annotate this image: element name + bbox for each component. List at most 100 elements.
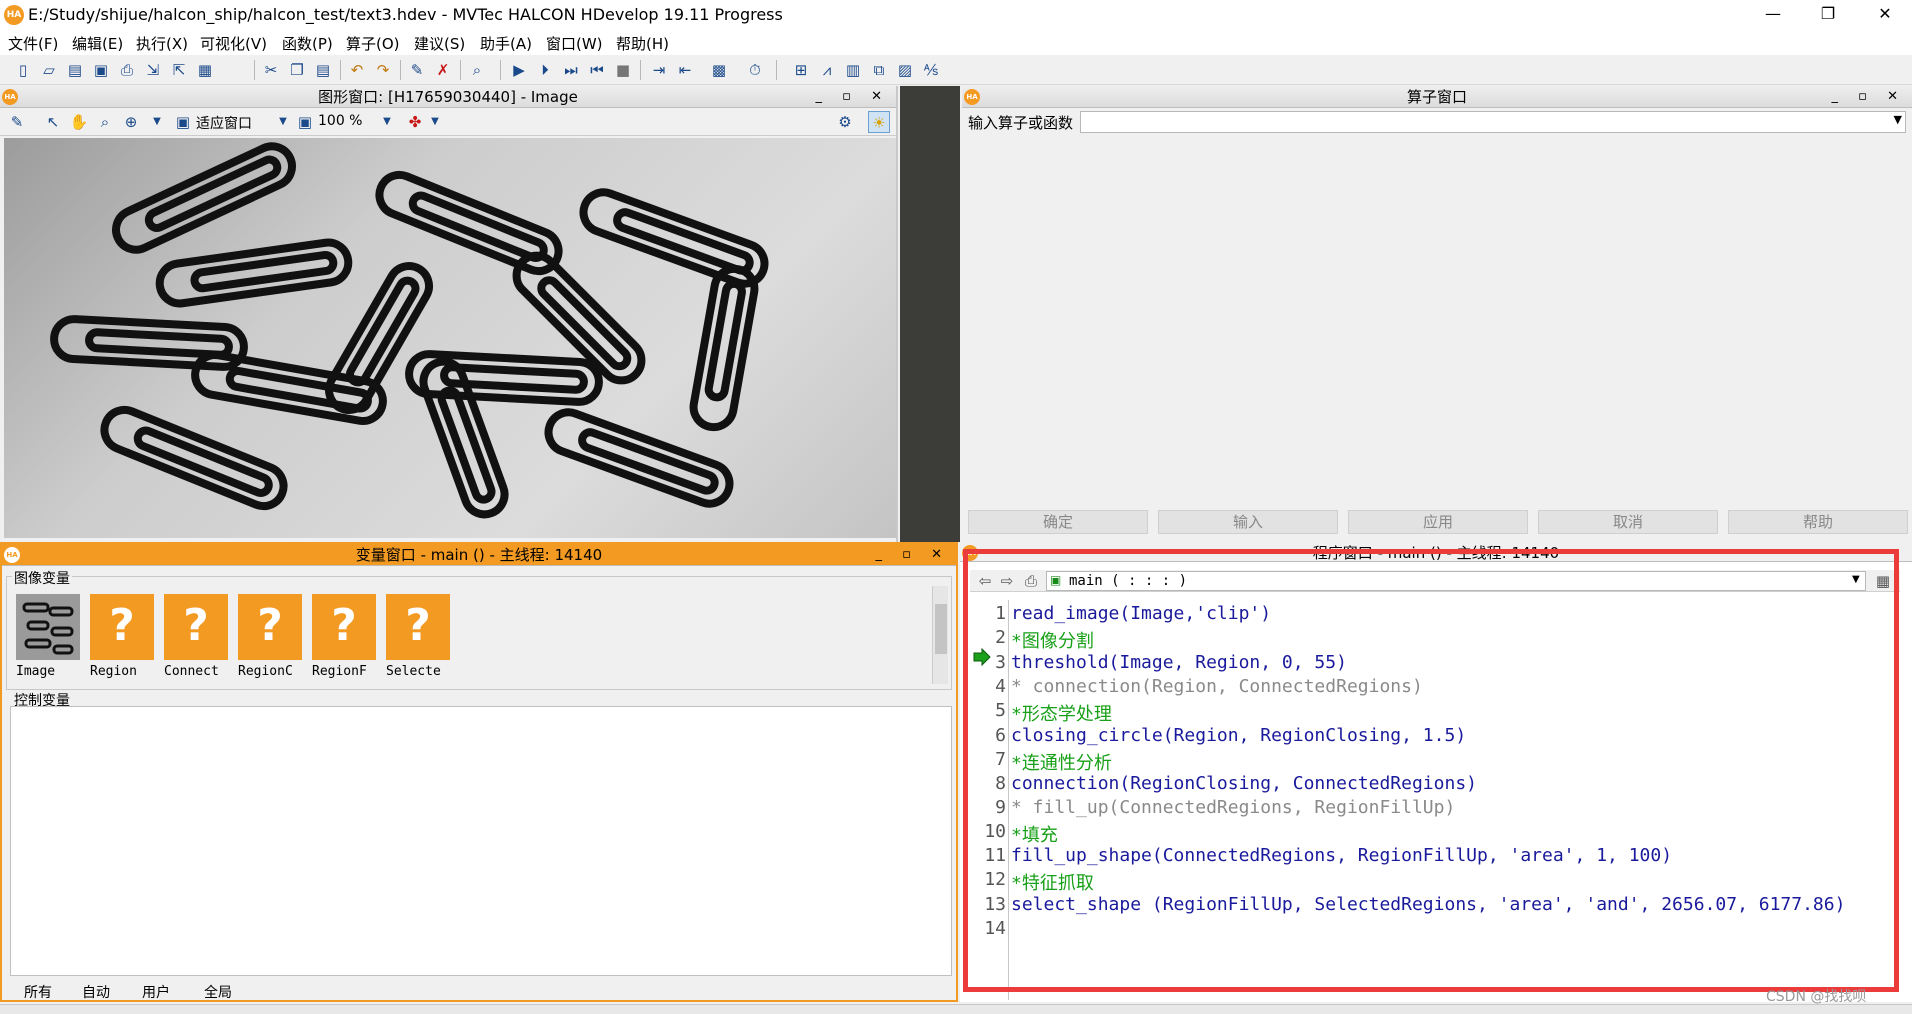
graphics-toolbar: ✎ ↖ ✋ ⌕ ⊕ ▼ ▣ 适应窗口 ▼ ▣ 100 % ▼ ✤ ▼ ⚙ ☀ [0,108,898,136]
close-button[interactable]: ✕ [1862,0,1908,30]
properties-icon[interactable]: ▦ [194,59,216,81]
zoom-level-icon[interactable]: ▣ [294,111,316,133]
open-file-icon[interactable]: ▱ [38,59,60,81]
halcon-icon: HA [2,89,18,105]
maximize-button[interactable]: ❐ [1805,0,1851,30]
var-connected-regions[interactable]: ? Connect [162,594,232,686]
menu-visualize[interactable]: 可视化(V) [200,33,267,54]
title-bar: HA E:/Study/shijue/halcon_ship/halcon_te… [0,0,1912,30]
stop-icon[interactable]: ■ [612,59,634,81]
variable-window-titlebar: HA 变量窗口 - main () - 主线程: 14140 _ ▫ ✕ [2,544,956,566]
reset-program-icon[interactable]: ⇥ [648,59,670,81]
apply-button[interactable]: 应用 [1348,510,1528,534]
undo-icon[interactable]: ↶ [346,59,368,81]
empty-workspace [900,86,960,542]
inspect-icon[interactable]: ⊞ [790,59,812,81]
open-example-icon[interactable]: ▤ [64,59,86,81]
menu-window[interactable]: 窗口(W) [546,33,603,54]
control-variables-list[interactable] [10,706,952,976]
var-label: Connect [164,664,219,679]
panel-window-buttons[interactable]: _ ▫ ✕ [876,544,950,566]
menu-suggestions[interactable]: 建议(S) [414,33,465,54]
cut-icon[interactable]: ✂ [260,59,282,81]
unknown-var-icon: ? [238,594,302,660]
edit-icon[interactable]: ✎ [6,111,28,133]
graphics-window-titlebar: HA 图形窗口: [H17659030440] - Image _ ▫ ✕ [0,86,896,108]
var-label: Selecte [386,664,441,679]
step-over-icon[interactable]: ⏵ [534,59,556,81]
menu-help[interactable]: 帮助(H) [616,33,669,54]
chevron-down-icon[interactable]: ▼ [424,111,446,133]
var-region-fillup[interactable]: ? RegionF [310,594,380,686]
minimize-button[interactable]: — [1750,0,1796,30]
feature-inspection-icon[interactable]: ⅍ [920,59,942,81]
menu-assistants[interactable]: 助手(A) [480,33,532,54]
var-region-closing[interactable]: ? RegionC [236,594,306,686]
print-icon[interactable]: ⎙ [116,59,138,81]
panel-window-buttons[interactable]: _ ▫ ✕ [816,86,890,108]
chevron-down-icon[interactable]: ▼ [376,111,398,133]
chevron-down-icon[interactable]: ▼ [146,111,168,133]
var-image[interactable]: Image [14,594,84,686]
step-out-icon[interactable]: ⏮ [586,59,608,81]
color-tool-icon[interactable]: ✤ [404,111,426,133]
tab-auto[interactable]: 自动 [82,982,110,1002]
image-vars-scrollbar[interactable] [932,586,948,684]
fit-window-label[interactable]: 适应窗口 [196,113,252,133]
zoom-level-label[interactable]: 100 % [318,113,362,129]
feature-histogram-icon[interactable]: ▨ [894,59,916,81]
variable-window-title: 变量窗口 - main () - 主线程: 14140 [355,546,603,564]
export-icon[interactable]: ⇲ [142,59,164,81]
chevron-down-icon[interactable]: ▼ [272,111,294,133]
var-selected-regions[interactable]: ? Selecte [384,594,454,686]
timer-icon[interactable]: ⏱ [744,59,766,81]
hand-icon[interactable]: ✋ [68,111,90,133]
line-profile-icon[interactable]: ⩘ [816,59,838,81]
step-into-icon[interactable]: ⏭ [560,59,582,81]
tab-all[interactable]: 所有 [24,982,52,1002]
enter-button[interactable]: 输入 [1158,510,1338,534]
histogram-icon[interactable]: ▥ [842,59,864,81]
tab-user[interactable]: 用户 [142,982,170,1002]
import-icon[interactable]: ⇱ [168,59,190,81]
lightbulb-icon[interactable]: ☀ [868,111,890,133]
menu-file[interactable]: 文件(F) [8,33,58,54]
profiler-icon[interactable]: ▩ [708,59,730,81]
halcon-icon: HA [4,547,20,563]
settings-icon[interactable]: ⚙ [834,111,856,133]
operator-input-field[interactable] [1080,111,1906,133]
zoom-window-icon[interactable]: ⧉ [868,59,890,81]
var-region[interactable]: ? Region [88,594,158,686]
fit-window-icon[interactable]: ▣ [172,111,194,133]
find-icon[interactable]: ⌕ [466,59,488,81]
var-label: RegionC [238,664,293,679]
magnifier-icon[interactable]: ⌕ [94,111,116,133]
paper-clips-image [50,142,769,519]
image-display[interactable] [4,138,896,538]
ok-button[interactable]: 确定 [968,510,1148,534]
chevron-down-icon[interactable]: ▼ [1894,113,1902,126]
pointer-icon[interactable]: ↖ [42,111,64,133]
run-icon[interactable]: ▶ [508,59,530,81]
help-button[interactable]: 帮助 [1728,510,1908,534]
save-icon[interactable]: ▣ [90,59,112,81]
tab-global[interactable]: 全局 [204,982,232,1002]
menu-functions[interactable]: 函数(P) [282,33,333,54]
menu-edit[interactable]: 编辑(E) [72,33,123,54]
new-file-icon[interactable]: ▯ [12,59,34,81]
cancel-button[interactable]: 取消 [1538,510,1718,534]
reset-procedure-icon[interactable]: ⇤ [674,59,696,81]
zoom-icon[interactable]: ⊕ [120,111,142,133]
menu-execute[interactable]: 执行(X) [136,33,188,54]
paste-icon[interactable]: ▤ [312,59,334,81]
window-title: E:/Study/shijue/halcon_ship/halcon_test/… [28,5,783,24]
unknown-var-icon: ? [90,594,154,660]
graphics-window: HA 图形窗口: [H17659030440] - Image _ ▫ ✕ ✎ … [0,86,898,542]
activate-icon[interactable]: ✎ [406,59,428,81]
paper-clips-thumbnail [22,602,74,655]
deactivate-icon[interactable]: ✗ [432,59,454,81]
panel-window-buttons[interactable]: _ ▫ ✕ [1832,86,1906,108]
menu-operators[interactable]: 算子(O) [346,33,400,54]
redo-icon[interactable]: ↷ [372,59,394,81]
copy-icon[interactable]: ❐ [286,59,308,81]
